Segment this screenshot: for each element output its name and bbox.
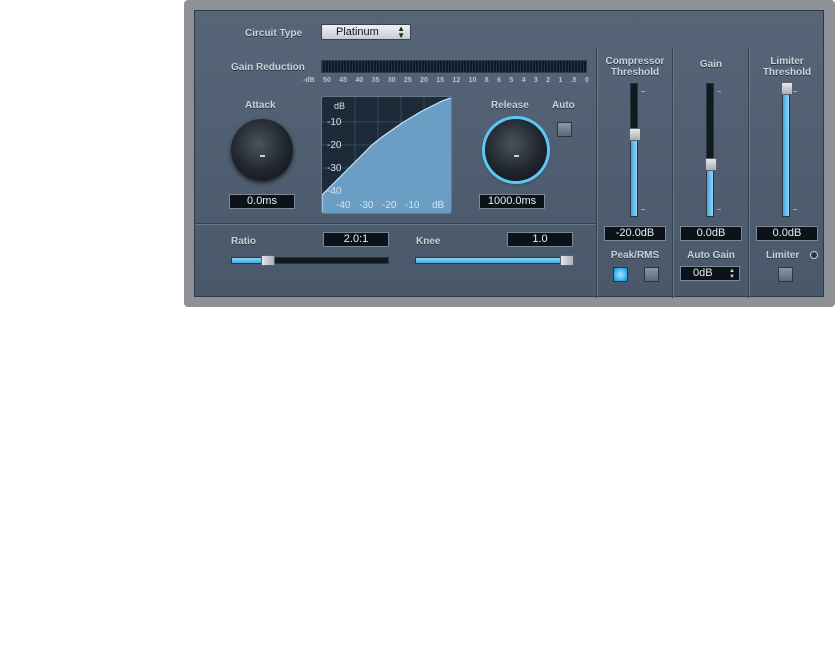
graph-y-tick-2: -20 (327, 140, 342, 151)
limiter-led-icon (810, 251, 818, 259)
ratio-slider[interactable] (231, 255, 389, 266)
slider-tick (641, 209, 645, 210)
gain-reduction-scale-label: 12 (452, 77, 461, 84)
knee-slider-thumb[interactable] (560, 255, 574, 266)
limiter-threshold-thumb[interactable] (781, 82, 793, 95)
compressor-threshold-value[interactable]: -20.0dB (604, 226, 666, 241)
attack-knob[interactable] (231, 119, 293, 181)
graph-x-tick-4: -10 (405, 200, 420, 211)
circuit-type-dropdown[interactable]: Platinum ▲ ▼ (321, 24, 411, 40)
gain-reduction-scale-label: 5 (509, 77, 514, 84)
auto-button[interactable] (557, 122, 572, 137)
slider-tick (793, 91, 797, 92)
gain-reduction-label: Gain Reduction (231, 62, 305, 73)
gain-reduction-scale-label: 50 (323, 77, 331, 84)
column-divider (672, 47, 673, 298)
release-value[interactable]: 1000.0ms (479, 194, 545, 209)
gain-reduction-scale-label: 15 (436, 77, 445, 84)
slider-tick (717, 209, 721, 210)
auto-gain-value: 0dB (693, 267, 713, 279)
release-label: Release (491, 100, 529, 111)
compression-curve-graph: dB -10 -20 -30 -40 -40 -30 -20 -10 dB (321, 96, 452, 214)
graph-x-tick-3: -20 (382, 200, 397, 211)
gain-reduction-scale-label: 30 (387, 77, 396, 84)
gain-value[interactable]: 0.0dB (680, 226, 742, 241)
compressor-threshold-label-2: Threshold (610, 67, 660, 78)
gain-reduction-scale-label: 8 (484, 77, 489, 84)
slider-tick (717, 91, 721, 92)
gain-reduction-scale-label: 1 (558, 77, 563, 84)
column-divider (748, 47, 749, 298)
attack-label: Attack (245, 100, 276, 111)
gain-reduction-scale-label: 45 (339, 77, 348, 84)
gain-reduction-scale-label: 3 (533, 77, 538, 84)
release-knob[interactable] (485, 119, 547, 181)
gain-reduction-scale-label: 6 (497, 77, 501, 84)
dropdown-arrows-icon: ▲ ▼ (397, 24, 405, 40)
gain-reduction-scale-label: .5 (570, 77, 577, 84)
gain-reduction-scale: -dB 50 45 40 35 30 25 20 15 12 10 8 6 5 4 3 2 1 .5 0 (303, 77, 589, 87)
gain-reduction-scale-label: 20 (420, 77, 428, 84)
limiter-button[interactable] (778, 267, 793, 282)
peak-button[interactable] (613, 267, 628, 282)
compressor-plugin-window: Circuit Type Platinum ▲ ▼ Gain Reduction … (184, 0, 835, 307)
section-divider (195, 223, 596, 224)
gain-reduction-scale-label: 4 (521, 77, 526, 84)
gain-slider[interactable] (705, 83, 717, 217)
compressor-threshold-thumb[interactable] (629, 128, 641, 141)
gain-reduction-meter (321, 60, 587, 73)
knob-pointer (260, 155, 265, 157)
slider-tick (793, 209, 797, 210)
auto-label: Auto (552, 100, 575, 111)
gain-label: Gain (699, 59, 723, 70)
gain-reduction-scale-label: 35 (371, 77, 380, 84)
peak-rms-label: Peak/RMS (610, 250, 660, 261)
gain-reduction-scale-label: 25 (403, 77, 412, 84)
gain-thumb[interactable] (705, 158, 717, 171)
graph-x-tick-1: -40 (336, 200, 351, 211)
compressor-threshold-label-1: Compressor (605, 56, 665, 67)
circuit-type-value: Platinum (336, 26, 379, 38)
limiter-threshold-value[interactable]: 0.0dB (756, 226, 818, 241)
graph-y-tick-4: -40 (327, 186, 342, 197)
auto-gain-dropdown[interactable]: 0dB ▲ ▼ (680, 266, 740, 281)
knob-pointer (514, 155, 519, 157)
gain-reduction-scale-label: 40 (355, 77, 364, 84)
graph-y-tick-1: -10 (327, 117, 342, 128)
graph-y-unit: dB (334, 101, 346, 111)
gain-reduction-scale-label: 10 (468, 77, 477, 84)
knee-value[interactable]: 1.0 (507, 232, 573, 247)
circuit-type-label: Circuit Type (245, 28, 303, 39)
ratio-value[interactable]: 2.0:1 (323, 232, 389, 247)
compressor-panel: Circuit Type Platinum ▲ ▼ Gain Reduction … (194, 10, 824, 298)
limiter-threshold-slider[interactable] (781, 82, 793, 217)
column-divider (596, 47, 597, 298)
compression-curve-svg (322, 97, 451, 213)
gain-reduction-scale-label: 2 (546, 77, 551, 84)
compressor-threshold-fill (631, 135, 637, 216)
limiter-label: Limiter (766, 250, 800, 261)
gain-reduction-scale-label: -dB (303, 77, 315, 84)
knee-slider-fill (416, 258, 567, 263)
attack-value[interactable]: 0.0ms (229, 194, 295, 209)
knee-slider[interactable] (415, 255, 574, 266)
slider-tick (641, 91, 645, 92)
rms-button[interactable] (644, 267, 659, 282)
graph-y-tick-3: -30 (327, 163, 342, 174)
graph-x-unit: dB (432, 200, 445, 211)
limiter-threshold-label-2: Threshold (762, 67, 812, 78)
limiter-threshold-fill (783, 89, 789, 216)
dropdown-arrows-icon: ▲ ▼ (729, 268, 735, 280)
ratio-label: Ratio (231, 236, 256, 247)
limiter-threshold-label-1: Limiter (770, 56, 804, 67)
gain-fill (707, 165, 713, 216)
knee-label: Knee (416, 236, 441, 247)
gain-reduction-scale-label: 0 (584, 77, 589, 84)
ratio-slider-thumb[interactable] (261, 255, 275, 266)
auto-gain-label: Auto Gain (687, 250, 735, 261)
compressor-threshold-slider[interactable] (629, 83, 641, 217)
graph-x-tick-2: -30 (359, 200, 374, 211)
